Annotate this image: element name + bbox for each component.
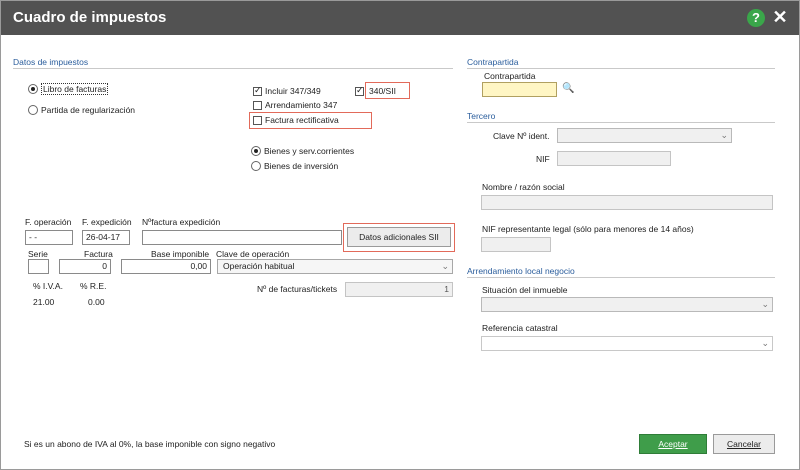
f-operacion-label: F. operación <box>25 217 72 227</box>
referencia-catastral-select[interactable]: ⌄ <box>481 336 773 351</box>
chevron-down-icon[interactable]: ⌄ <box>761 299 769 310</box>
base-imponible-label: Base imponible <box>151 249 210 259</box>
contrapartida-input[interactable] <box>482 82 557 97</box>
checkbox-factura-rectificativa-label[interactable]: Factura rectificativa <box>265 115 339 125</box>
referencia-catastral-label: Referencia catastral <box>482 323 558 333</box>
title-bar: Cuadro de impuestos ? ✕ <box>1 1 799 35</box>
clave-ident-label: Clave Nº ident. <box>493 131 550 141</box>
nif-representante-input[interactable] <box>481 237 551 252</box>
re-value: 0.00 <box>88 297 105 307</box>
factura-input[interactable]: 0 <box>59 259 111 274</box>
radio-bienes-inversion[interactable] <box>251 161 261 171</box>
cancelar-label: Cancelar <box>726 439 762 449</box>
radio-bienes-corrientes[interactable] <box>251 146 261 156</box>
radio-bienes-inversion-label[interactable]: Bienes de inversión <box>264 161 338 171</box>
cancelar-button[interactable]: Cancelar <box>713 434 775 454</box>
search-icon[interactable]: 🔍 <box>562 83 574 94</box>
checkbox-arrendamiento-label[interactable]: Arrendamiento 347 <box>265 100 337 110</box>
f-operacion-input[interactable]: - - <box>25 230 73 245</box>
re-label: % R.E. <box>80 281 107 291</box>
dialog-window: Cuadro de impuestos ? ✕ Datos de impuest… <box>0 0 800 470</box>
clave-operacion-label: Clave de operación <box>216 249 290 259</box>
radio-libro-facturas-label[interactable]: Libro de facturas <box>41 83 109 95</box>
nif-label: NIF <box>536 154 550 164</box>
window-title: Cuadro de impuestos <box>13 9 167 26</box>
datos-adicionales-sii-button[interactable]: Datos adicionales SII <box>347 227 451 247</box>
situacion-inmueble-select[interactable]: ⌄ <box>481 297 773 312</box>
num-factura-input[interactable] <box>142 230 342 245</box>
contrapartida-label: Contrapartida <box>484 71 536 81</box>
nif-input[interactable] <box>557 151 671 166</box>
checkbox-340-sii-label[interactable]: 340/SII <box>369 86 396 96</box>
checkbox-incluir-347[interactable] <box>253 85 262 96</box>
divider <box>13 68 453 69</box>
radio-partida-label[interactable]: Partida de regularización <box>41 105 135 115</box>
nombre-razon-social-input[interactable] <box>481 195 773 210</box>
radio-partida-regularizacion[interactable] <box>28 105 38 115</box>
aceptar-button[interactable]: Aceptar <box>639 434 707 454</box>
num-tickets-label: Nº de facturas/tickets <box>257 284 338 294</box>
f-expedicion-input[interactable]: 26-04-17 <box>82 230 130 245</box>
help-icon[interactable]: ? <box>747 9 765 27</box>
checkbox-incluir-347-label[interactable]: Incluir 347/349 <box>265 86 321 96</box>
section-datos-impuestos: Datos de impuestos <box>13 57 89 67</box>
clave-ident-select[interactable]: ⌄ <box>557 128 732 143</box>
section-contrapartida: Contrapartida <box>467 57 519 67</box>
iva-label: % I.V.A. <box>33 281 63 291</box>
checkbox-arrendamiento-347[interactable] <box>253 101 262 110</box>
nif-representante-label: NIF representante legal (sólo para menor… <box>482 224 694 234</box>
radio-bienes-corrientes-label[interactable]: Bienes y serv.corrientes <box>264 146 354 156</box>
clave-operacion-value: Operación habitual <box>223 261 295 271</box>
divider <box>467 122 775 123</box>
checkbox-factura-rectificativa[interactable] <box>253 116 262 125</box>
clave-operacion-select[interactable]: Operación habitual ⌄ <box>217 259 453 274</box>
serie-label: Serie <box>28 249 48 259</box>
f-expedicion-label: F. expedición <box>82 217 132 227</box>
radio-libro-facturas[interactable] <box>28 84 38 94</box>
chevron-down-icon[interactable]: ⌄ <box>441 261 449 272</box>
iva-value: 21.00 <box>33 297 55 307</box>
num-tickets-input[interactable]: 1 <box>345 282 453 297</box>
situacion-inmueble-label: Situación del inmueble <box>482 285 568 295</box>
section-arrendamiento: Arrendamiento local negocio <box>467 266 575 276</box>
chevron-down-icon[interactable]: ⌄ <box>720 130 728 141</box>
close-icon[interactable]: ✕ <box>771 6 789 28</box>
checkbox-340-sii[interactable] <box>355 85 364 96</box>
factura-label: Factura <box>84 249 113 259</box>
footer-note: Si es un abono de IVA al 0%, la base imp… <box>24 439 276 449</box>
serie-input[interactable] <box>28 259 49 274</box>
nombre-razon-social-label: Nombre / razón social <box>482 182 565 192</box>
aceptar-label: Aceptar <box>658 439 688 449</box>
base-imponible-input[interactable]: 0,00 <box>121 259 211 274</box>
divider <box>467 277 775 278</box>
num-factura-label: Nºfactura expedición <box>142 217 221 227</box>
divider <box>467 68 775 69</box>
section-tercero: Tercero <box>467 111 496 121</box>
chevron-down-icon[interactable]: ⌄ <box>761 338 769 349</box>
